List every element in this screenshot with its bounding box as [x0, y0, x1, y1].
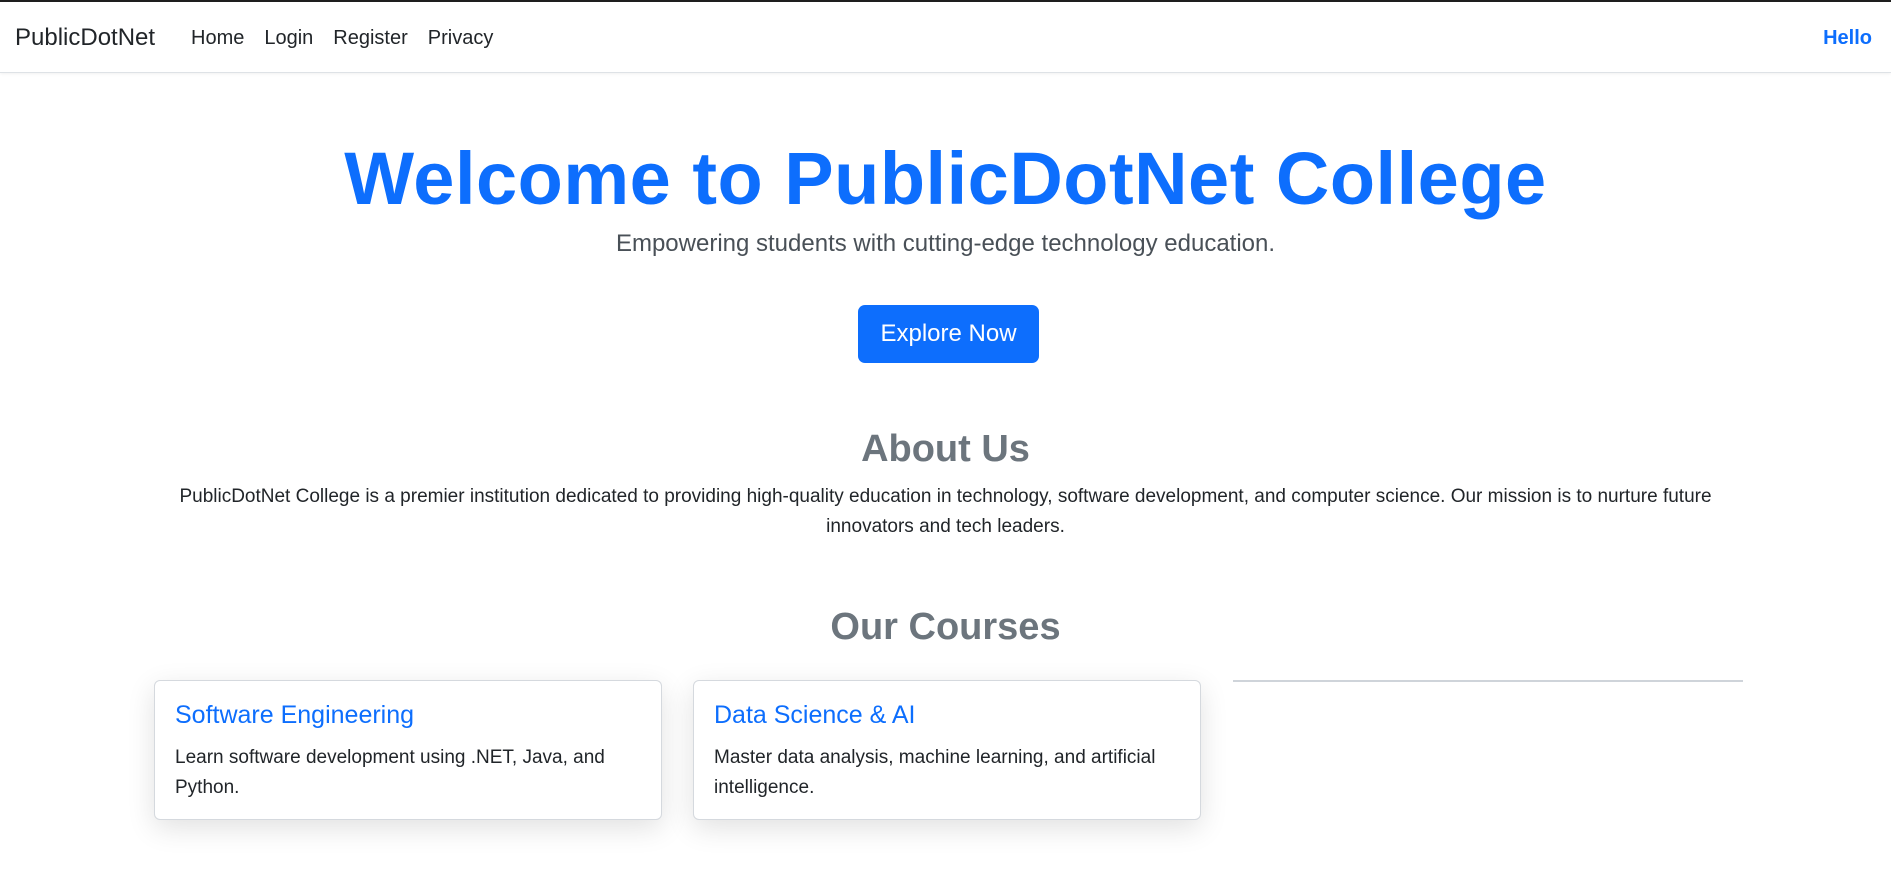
nav-link-register[interactable]: Register	[333, 27, 407, 50]
course-title: Software Engineering	[175, 701, 415, 729]
navbar: PublicDotNet Home Login Register Privacy…	[0, 2, 1891, 73]
nav-links: Home Login Register Privacy	[191, 27, 493, 50]
hero-subtitle: Empowering students with cutting-edge te…	[615, 230, 1276, 257]
courses-title: Our Courses	[830, 606, 1061, 648]
course-card-data-science-ai: Data Science & AI Master data analysis, …	[693, 680, 1201, 820]
user-greeting[interactable]: Hello	[1823, 27, 1872, 50]
nav-link-privacy[interactable]: Privacy	[428, 27, 494, 50]
course-description: Learn software development using .NET, J…	[175, 747, 605, 798]
nav-link-login[interactable]: Login	[264, 27, 313, 50]
about-text: PublicDotNet College is a premier instit…	[179, 486, 1712, 537]
hero-title: Welcome to PublicDotNet College	[344, 137, 1547, 220]
section-divider	[1233, 680, 1743, 682]
explore-now-button[interactable]: Explore Now	[858, 305, 1039, 363]
about-title: About Us	[861, 428, 1030, 470]
course-card-software-engineering: Software Engineering Learn software deve…	[154, 680, 662, 820]
course-description: Master data analysis, machine learning, …	[714, 747, 1156, 798]
course-title: Data Science & AI	[714, 701, 916, 729]
nav-link-home[interactable]: Home	[191, 27, 244, 50]
navbar-brand[interactable]: PublicDotNet	[15, 24, 155, 52]
